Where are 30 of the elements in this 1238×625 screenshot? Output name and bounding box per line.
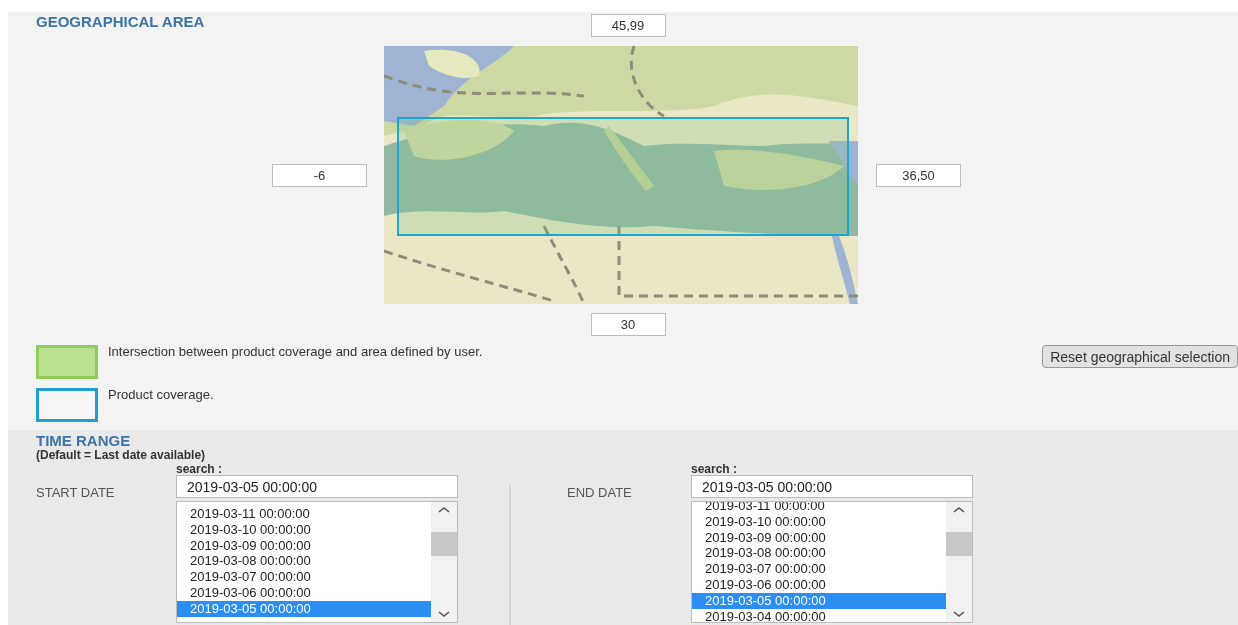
date-option[interactable]: 2019-03-08 00:00:00 [692,545,946,562]
legend-text: Intersection between product coverage and area defined by user. [108,345,484,358]
north-field[interactable]: 45,99 [590,14,666,37]
search-label: search : [691,463,739,475]
reset-button[interactable]: Reset geographical selection [1042,345,1238,368]
section-title: TIME RANGE [36,433,132,448]
date-option[interactable]: 2019-03-09 00:00:00 [177,537,431,554]
date-option[interactable]: 2019-03-07 00:00:00 [177,569,431,585]
date-option[interactable]: 2019-03-06 00:00:00 [177,585,431,601]
coverage-swatch [36,388,98,422]
default-note: (Default = Last date available) [36,448,207,463]
date-option[interactable]: 2019-03-06 00:00:00 [692,577,946,593]
date-option[interactable]: 2019-03-08 00:00:00 [177,553,431,570]
date-option[interactable]: 2019-03-11 00:00:00 [177,506,431,522]
date-label: END DATE [567,485,633,500]
search-field[interactable]: 2019-03-05 00:00:00 [176,475,458,498]
west-field[interactable]: -6 [272,163,367,187]
south-field[interactable]: 30 [590,313,666,336]
intersection-swatch [36,345,98,379]
search-label: search : [176,463,224,475]
date-option[interactable]: 2019-03-10 00:00:00 [177,521,431,538]
east-field[interactable]: 36,50 [876,163,961,187]
date-option[interactable]: 2019-03-10 00:00:00 [692,513,946,530]
date-option[interactable]: 2019-03-07 00:00:00 [692,561,946,577]
date-option[interactable]: 2019-03-09 00:00:00 [692,529,946,546]
section-title: GEOGRAPHICAL AREA [36,14,206,32]
search-field[interactable]: 2019-03-05 00:00:00 [691,475,973,498]
date-label: START DATE [36,485,116,500]
legend-text: Product coverage. [108,388,215,401]
date-option[interactable]: 2019-03-04 00:00:00 [692,608,946,622]
